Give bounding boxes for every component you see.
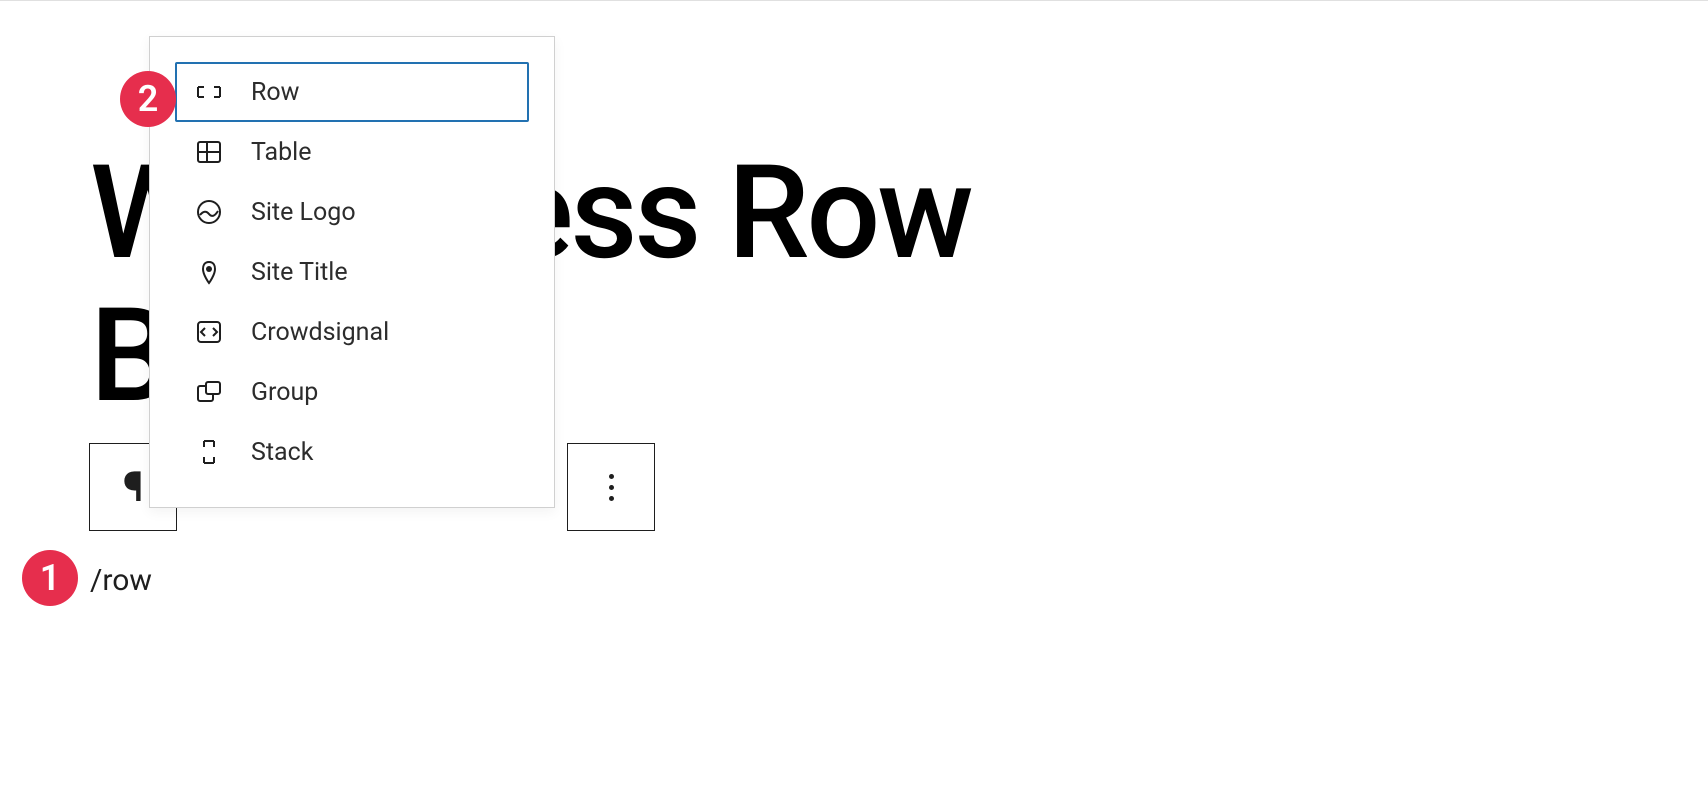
annotation-badge-1: 1 bbox=[22, 550, 78, 606]
site-logo-icon bbox=[193, 196, 225, 228]
slash-command-input[interactable]: /row bbox=[90, 563, 152, 598]
stack-icon bbox=[193, 436, 225, 468]
block-option-site-logo[interactable]: Site Logo bbox=[175, 182, 529, 242]
annotation-number: 1 bbox=[40, 557, 61, 599]
block-option-group[interactable]: Group bbox=[175, 362, 529, 422]
block-option-label: Group bbox=[251, 378, 318, 407]
block-option-label: Stack bbox=[251, 438, 313, 467]
block-option-row[interactable]: Row bbox=[175, 62, 529, 122]
more-options-button[interactable] bbox=[567, 443, 655, 531]
site-title-icon bbox=[193, 256, 225, 288]
block-option-label: Site Title bbox=[251, 258, 348, 287]
block-option-site-title[interactable]: Site Title bbox=[175, 242, 529, 302]
block-option-label: Table bbox=[251, 138, 312, 167]
slash-command-text: /row bbox=[90, 563, 152, 598]
annotation-badge-2: 2 bbox=[120, 71, 176, 127]
block-inserter-popover: Row Table Site Logo Site Title bbox=[149, 36, 555, 508]
block-option-label: Crowdsignal bbox=[251, 318, 389, 347]
block-option-crowdsignal[interactable]: Crowdsignal bbox=[175, 302, 529, 362]
table-icon bbox=[193, 136, 225, 168]
crowdsignal-icon bbox=[193, 316, 225, 348]
block-option-table[interactable]: Table bbox=[175, 122, 529, 182]
more-vertical-icon bbox=[609, 474, 614, 501]
annotation-number: 2 bbox=[138, 78, 159, 120]
group-icon bbox=[193, 376, 225, 408]
block-option-stack[interactable]: Stack bbox=[175, 422, 529, 482]
row-icon bbox=[193, 76, 225, 108]
block-option-label: Site Logo bbox=[251, 198, 356, 227]
paragraph-icon: ¶ bbox=[123, 463, 144, 512]
block-option-label: Row bbox=[251, 78, 299, 107]
